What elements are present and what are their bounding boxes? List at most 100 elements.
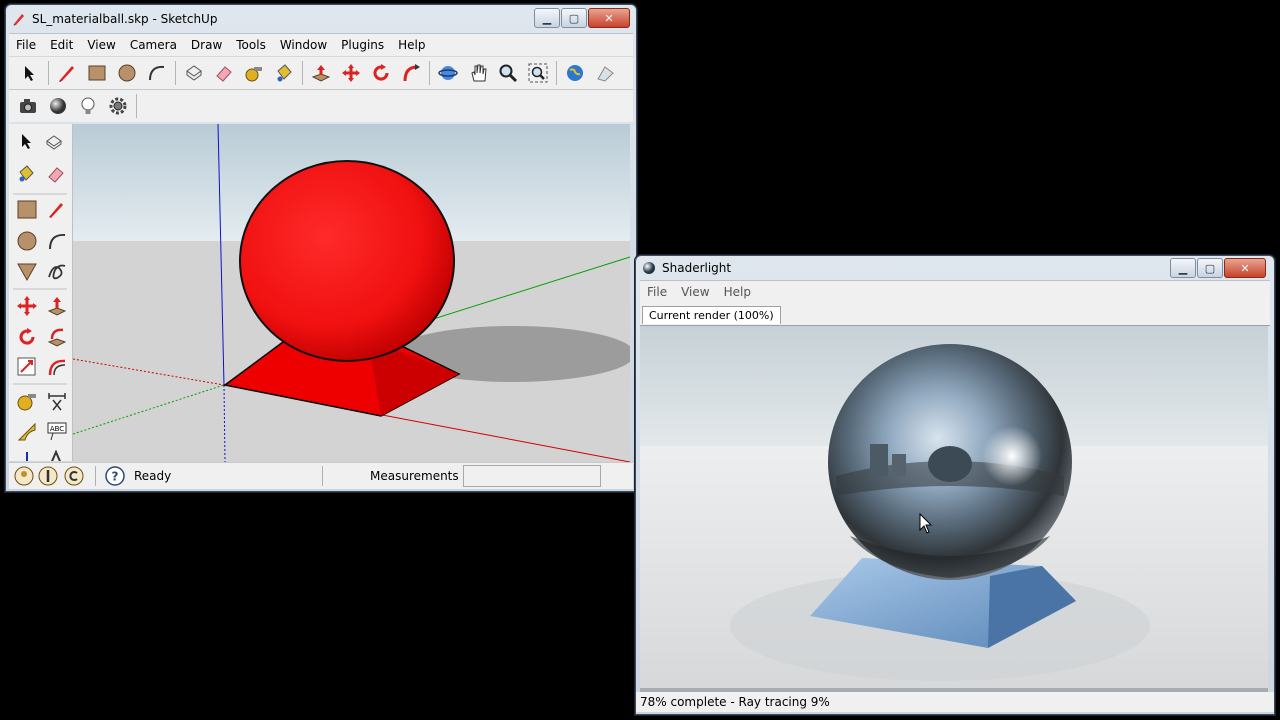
dimension-tool bbox=[48, 393, 66, 411]
help-icon[interactable]: ? bbox=[104, 465, 126, 487]
menu-view[interactable]: View bbox=[674, 285, 716, 299]
shaderlight-menubar: File View Help bbox=[640, 280, 1270, 303]
share-icon bbox=[597, 66, 614, 82]
menu-tools[interactable]: Tools bbox=[229, 38, 273, 52]
arc-tool bbox=[49, 233, 66, 250]
menu-view[interactable]: View bbox=[80, 38, 122, 52]
rotate-tool-button[interactable] bbox=[368, 60, 394, 86]
menu-file[interactable]: File bbox=[640, 285, 674, 299]
zoom-tool-button[interactable] bbox=[495, 60, 521, 86]
select-tool-button[interactable] bbox=[17, 60, 43, 86]
push-pull-button[interactable] bbox=[308, 60, 334, 86]
menu-file[interactable]: File bbox=[9, 38, 43, 52]
toolbar-separator bbox=[302, 61, 303, 85]
component-icon bbox=[186, 65, 202, 81]
lightbulb-icon bbox=[81, 97, 95, 114]
eraser-tool-button[interactable] bbox=[211, 60, 237, 86]
render-settings-button[interactable] bbox=[105, 93, 131, 119]
magnifier-icon bbox=[499, 64, 518, 83]
minimize-button[interactable]: ▁ bbox=[534, 8, 560, 28]
geo-location-icon[interactable] bbox=[13, 465, 35, 487]
circle-tool-button[interactable] bbox=[114, 60, 140, 86]
hand-icon bbox=[471, 64, 487, 82]
axes-tool bbox=[26, 452, 28, 461]
close-button[interactable]: ✕ bbox=[588, 8, 630, 28]
text-tool: ABC bbox=[47, 422, 67, 441]
freehand-tool bbox=[48, 264, 66, 280]
toolbar-separator bbox=[175, 61, 176, 85]
toolbar-separator bbox=[556, 61, 557, 85]
follow-me-button[interactable] bbox=[398, 60, 424, 86]
measurements-label: Measurements bbox=[370, 469, 459, 483]
orbit-tool-button[interactable] bbox=[435, 60, 461, 86]
shaderlight-titlebar[interactable]: Shaderlight ▁ ▢ ✕ bbox=[636, 256, 1274, 280]
menu-help[interactable]: Help bbox=[391, 38, 432, 52]
ball-building-reflection bbox=[892, 454, 906, 476]
rectangle-icon bbox=[88, 65, 106, 81]
menu-edit[interactable]: Edit bbox=[43, 38, 80, 52]
credits-icon[interactable] bbox=[35, 465, 61, 487]
ball-dome-reflection bbox=[928, 446, 972, 482]
maximize-button[interactable]: ▢ bbox=[1197, 258, 1223, 278]
share-model-button[interactable] bbox=[592, 60, 618, 86]
get-models-button[interactable] bbox=[562, 60, 588, 86]
circle-tool bbox=[17, 231, 37, 251]
menu-window[interactable]: Window bbox=[273, 38, 334, 52]
move-tool-button[interactable] bbox=[338, 60, 364, 86]
ball-building-reflection bbox=[870, 444, 888, 476]
shaderlight-toolbar bbox=[9, 89, 633, 122]
light-editor-button[interactable] bbox=[75, 93, 101, 119]
toolbar-separator bbox=[48, 61, 49, 85]
arc-tool-button[interactable] bbox=[144, 60, 170, 86]
make-component-tool bbox=[46, 135, 62, 150]
paint-bucket-button[interactable] bbox=[271, 60, 297, 86]
sketchup-app-icon bbox=[13, 14, 24, 26]
zoom-extents-button[interactable] bbox=[525, 60, 551, 86]
tab-current-render[interactable]: Current render (100%) bbox=[642, 306, 781, 324]
rectangle-tool-button[interactable] bbox=[84, 60, 110, 86]
scale-tool bbox=[17, 357, 36, 376]
sketchup-viewport[interactable] bbox=[73, 124, 630, 462]
rectangle-tool bbox=[17, 200, 37, 219]
tape-measure-button[interactable] bbox=[241, 60, 267, 86]
status-separator bbox=[95, 466, 96, 486]
ball-sun-highlight bbox=[982, 426, 1042, 486]
make-component-button[interactable] bbox=[181, 60, 207, 86]
maximize-button[interactable]: ▢ bbox=[561, 8, 587, 28]
line-tool-button[interactable] bbox=[54, 60, 80, 86]
push-pull-icon bbox=[311, 65, 331, 82]
menu-draw[interactable]: Draw bbox=[184, 38, 229, 52]
window-title: SL_materialball.skp - SketchUp bbox=[32, 12, 218, 26]
arc-icon bbox=[149, 65, 165, 81]
offset-tool bbox=[48, 359, 66, 376]
close-button[interactable]: ✕ bbox=[1224, 258, 1266, 278]
pan-tool-button[interactable] bbox=[465, 60, 491, 86]
material-editor-button[interactable] bbox=[45, 93, 71, 119]
sketchup-titlebar[interactable]: SL_materialball.skp - SketchUp ▁ ▢ ✕ bbox=[6, 5, 636, 33]
menu-help[interactable]: Help bbox=[717, 285, 758, 299]
render-tabstrip: Current render (100%) bbox=[640, 303, 1270, 326]
paint-bucket-icon bbox=[277, 64, 292, 82]
select-tool bbox=[22, 134, 31, 149]
orbit-icon bbox=[438, 66, 458, 80]
sphere-icon bbox=[50, 98, 66, 114]
protractor-tool bbox=[17, 422, 36, 441]
camera-icon bbox=[20, 99, 36, 113]
zoom-extents-icon bbox=[528, 63, 548, 83]
tool-palette-icons: ABC bbox=[13, 134, 67, 461]
render-button[interactable] bbox=[15, 93, 41, 119]
tape-measure-icon bbox=[245, 67, 262, 82]
copyright-icon[interactable] bbox=[61, 465, 87, 487]
toolbar-separator bbox=[429, 61, 430, 85]
measurements-field[interactable] bbox=[462, 465, 601, 487]
follow-me-icon bbox=[403, 64, 420, 82]
toolbar-separator bbox=[136, 94, 137, 118]
minimize-button[interactable]: ▁ bbox=[1170, 258, 1196, 278]
globe-icon bbox=[567, 65, 583, 81]
window-title: Shaderlight bbox=[662, 261, 732, 275]
menu-camera[interactable]: Camera bbox=[123, 38, 184, 52]
render-view[interactable] bbox=[640, 326, 1268, 688]
main-toolbar bbox=[9, 56, 633, 89]
menu-plugins[interactable]: Plugins bbox=[334, 38, 391, 52]
sketchup-window: SL_materialball.skp - SketchUp ▁ ▢ ✕ Fil… bbox=[5, 4, 637, 492]
